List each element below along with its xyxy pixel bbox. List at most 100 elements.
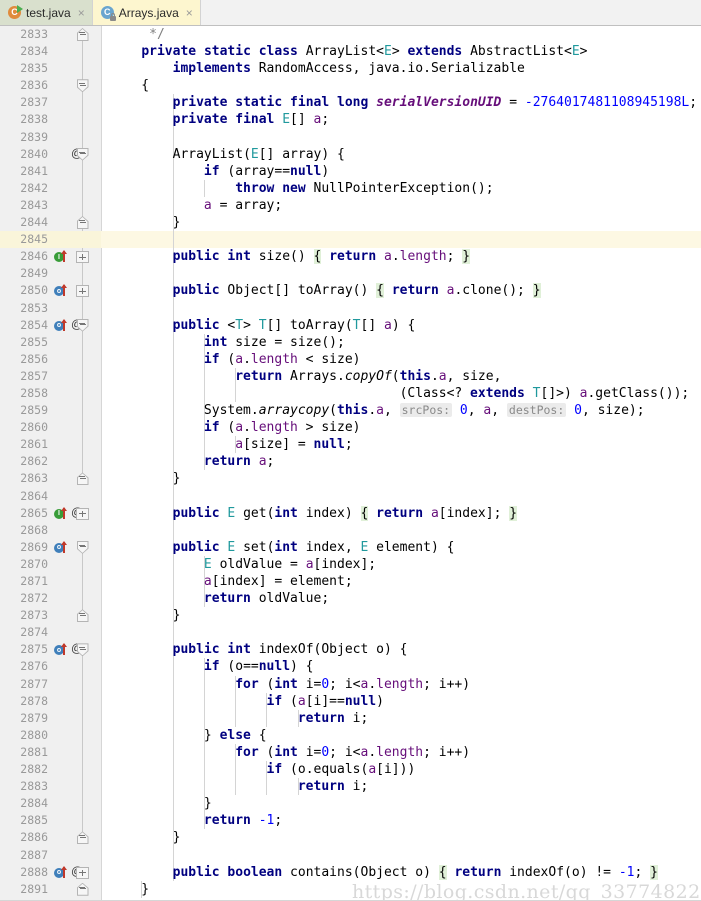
- code-line-row[interactable]: 2885 return -1;: [0, 812, 701, 830]
- code-line-row[interactable]: 2878 if (a[i]==null): [0, 692, 701, 710]
- line-number: 2888: [20, 864, 48, 879]
- code-line-row[interactable]: 2841 if (array==null): [0, 162, 701, 180]
- code-line-row[interactable]: 2875o@ public int indexOf(Object o) {: [0, 641, 701, 659]
- fold-marker[interactable]: [76, 282, 90, 299]
- fold-region-end-icon[interactable]: [76, 216, 89, 230]
- code-line-row[interactable]: 2874: [0, 624, 701, 642]
- code-line-row[interactable]: 2871 a[index] = element;: [0, 573, 701, 591]
- indent-guide: [172, 265, 174, 283]
- code-text: implements RandomAccess, java.io.Seriali…: [172, 61, 525, 77]
- fold-marker[interactable]: [76, 829, 90, 846]
- code-line-row[interactable]: 2873 }: [0, 607, 701, 625]
- fold-region-end-icon[interactable]: [76, 472, 89, 486]
- overriding-method-icon[interactable]: o: [54, 318, 67, 332]
- fold-expand-icon[interactable]: [76, 866, 89, 879]
- fold-expand-icon[interactable]: [76, 251, 89, 264]
- code-text: if (array==null): [203, 163, 330, 179]
- code-line-row[interactable]: 2844 }: [0, 214, 701, 232]
- fold-marker[interactable]: [76, 317, 90, 334]
- code-line-row[interactable]: 2836 {: [0, 77, 701, 94]
- code-line-row[interactable]: 2856 if (a.length < size): [0, 350, 701, 368]
- code-line-row[interactable]: 2870 E oldValue = a[index];: [0, 555, 701, 573]
- code-line-row[interactable]: 2857 return Arrays.copyOf(this.a, size,: [0, 367, 701, 385]
- code-line-row[interactable]: 2865I@ public E get(int index) { return …: [0, 504, 701, 522]
- code-line-row[interactable]: 2840@ ArrayList(E[] array) {: [0, 145, 701, 163]
- fold-region-start-icon[interactable]: [76, 147, 89, 161]
- code-line-row[interactable]: 2880 } else {: [0, 726, 701, 744]
- code-line-row[interactable]: 2861 a[size] = null;: [0, 436, 701, 454]
- fold-marker[interactable]: [76, 470, 90, 487]
- code-line-row[interactable]: 2834 private static class ArrayList<E> e…: [0, 43, 701, 60]
- code-line-row[interactable]: 2858 (Class<? extends T[]>) a.getClass()…: [0, 384, 701, 403]
- code-line-row[interactable]: 2876 if (o==null) {: [0, 658, 701, 676]
- code-line-row[interactable]: 2838 private final E[] a;: [0, 111, 701, 129]
- code-line-row[interactable]: 2860 if (a.length > size): [0, 419, 701, 437]
- code-line-row[interactable]: 2879 return i;: [0, 709, 701, 727]
- code-line-row[interactable]: 2869 o public E set(int index, E element)…: [0, 538, 701, 556]
- implementing-method-icon[interactable]: I: [54, 506, 67, 520]
- fold-marker[interactable]: [76, 26, 90, 43]
- code-line-row[interactable]: 2884 }: [0, 795, 701, 813]
- fold-marker[interactable]: [76, 641, 90, 658]
- code-line-row[interactable]: 2872 return oldValue;: [0, 590, 701, 608]
- code-line-row[interactable]: 2850 o public Object[] toArray() { return…: [0, 282, 701, 300]
- line-number: 2874: [20, 625, 48, 640]
- code-line-row[interactable]: 2868: [0, 521, 701, 539]
- code-line-row[interactable]: 2855 int size = size();: [0, 333, 701, 351]
- fold-region-end-icon[interactable]: [76, 28, 89, 41]
- line-number: 2857: [20, 368, 48, 383]
- code-line-row[interactable]: 2845: [0, 231, 701, 249]
- fold-marker[interactable]: [76, 77, 90, 94]
- fold-marker[interactable]: [76, 146, 90, 163]
- code-line-row[interactable]: 2835 implements RandomAccess, java.io.Se…: [0, 60, 701, 77]
- code-line-row[interactable]: 2833 */: [0, 26, 701, 43]
- fold-region-end-icon[interactable]: [76, 882, 89, 896]
- tab-arrays-java[interactable]: C Arrays.java ×: [92, 0, 201, 25]
- code-line-row[interactable]: 2864: [0, 487, 701, 505]
- code-line-row[interactable]: 2862 return a;: [0, 453, 701, 471]
- code-line-row[interactable]: 2849: [0, 265, 701, 283]
- overriding-method-icon[interactable]: o: [54, 865, 67, 879]
- fold-expand-icon[interactable]: [76, 285, 89, 298]
- fold-marker[interactable]: [76, 607, 90, 624]
- close-icon[interactable]: ×: [78, 7, 85, 19]
- code-line-row[interactable]: 2859 System.arraycopy(this.a, srcPos: 0,…: [0, 402, 701, 420]
- close-icon[interactable]: ×: [186, 7, 193, 19]
- fold-expand-icon[interactable]: [76, 507, 89, 520]
- code-line-row[interactable]: 2888o@ public boolean contains(Object o)…: [0, 863, 701, 881]
- overriding-method-icon[interactable]: o: [54, 540, 67, 554]
- code-line-row[interactable]: 2854o@ public <T> T[] toArray(T[] a) {: [0, 316, 701, 334]
- fold-marker[interactable]: [76, 539, 90, 556]
- line-number: 2870: [20, 556, 48, 571]
- implementing-method-icon[interactable]: I: [54, 250, 67, 263]
- fold-region-start-icon[interactable]: [76, 318, 89, 332]
- code-line-row[interactable]: 2837 private static final long serialVer…: [0, 94, 701, 112]
- code-line-row[interactable]: 2863 }: [0, 470, 701, 488]
- code-text: return i;: [297, 779, 369, 795]
- fold-region-end-icon[interactable]: [76, 831, 89, 845]
- overriding-method-icon[interactable]: o: [54, 643, 67, 656]
- tab-test-java[interactable]: C test.java ×: [0, 0, 93, 25]
- code-line-row[interactable]: 2887: [0, 846, 701, 864]
- fold-marker[interactable]: [76, 214, 90, 231]
- code-line-row[interactable]: 2877 for (int i=0; i<a.length; i++): [0, 675, 701, 693]
- fold-marker[interactable]: [76, 248, 90, 265]
- code-line-row[interactable]: 2853: [0, 299, 701, 317]
- code-line-row[interactable]: 2843 a = array;: [0, 196, 701, 215]
- code-line-row[interactable]: 2839: [0, 128, 701, 146]
- fold-region-start-icon[interactable]: [76, 643, 89, 657]
- code-line-row[interactable]: 2881 for (int i=0; i<a.length; i++): [0, 743, 701, 762]
- code-line-row[interactable]: 2882 if (o.equals(a[i])): [0, 761, 701, 779]
- fold-region-end-icon[interactable]: [76, 609, 89, 623]
- code-line-row[interactable]: 2846 I public int size() { return a.lengt…: [0, 248, 701, 266]
- fold-marker[interactable]: [76, 864, 90, 881]
- overriding-method-icon[interactable]: o: [54, 284, 67, 297]
- code-editor[interactable]: 2833 */2834 private static class ArrayLi…: [0, 26, 701, 901]
- code-line-row[interactable]: 2886 }: [0, 829, 701, 847]
- fold-marker[interactable]: [76, 881, 90, 898]
- fold-region-start-icon[interactable]: [76, 79, 89, 93]
- code-line-row[interactable]: 2842 throw new NullPointerException();: [0, 179, 701, 197]
- fold-region-start-icon[interactable]: [76, 540, 89, 554]
- fold-marker[interactable]: [76, 505, 90, 522]
- code-line-row[interactable]: 2883 return i;: [0, 778, 701, 796]
